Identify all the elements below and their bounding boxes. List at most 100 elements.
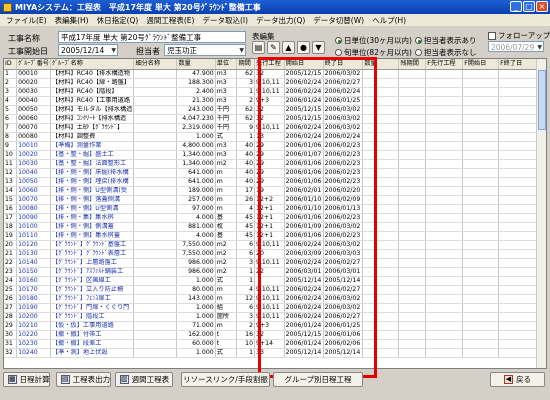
table-cell[interactable] — [398, 132, 427, 142]
table-cell[interactable] — [398, 222, 427, 232]
table-cell[interactable]: 【ｸﾞﾗｳﾝﾄﾞ】門扉・くぐり門 — [50, 303, 135, 313]
table-cell[interactable]: 2006/02/24 — [284, 303, 324, 313]
table-row[interactable]: 30 10220 【撤・撤】付帯工 162.000 t 16 32 2005/12/15 200… — [4, 330, 546, 340]
table-cell[interactable]: 【撤・撤】付帯工 — [50, 330, 135, 340]
table-cell[interactable]: 19 — [4, 231, 18, 241]
table-cell[interactable] — [462, 258, 500, 268]
menu-import[interactable]: データ取込(I) — [198, 15, 252, 26]
table-cell[interactable] — [425, 267, 464, 277]
table-cell[interactable]: 2006/01/06 — [284, 141, 324, 151]
table-cell[interactable] — [398, 123, 427, 133]
table-cell[interactable] — [462, 141, 500, 151]
table-cell[interactable]: 2006/01/24 — [284, 96, 324, 106]
table-cell[interactable]: 257.000 — [176, 195, 216, 205]
table-cell[interactable]: 32 — [254, 330, 285, 340]
table-cell[interactable]: 10170 — [16, 285, 51, 295]
table-cell[interactable]: 2006/02/27 — [323, 258, 364, 268]
table-cell[interactable]: 12+1 — [254, 231, 285, 241]
table-cell[interactable]: 2006/02/24 — [284, 285, 324, 295]
table-cell[interactable]: 10200 — [16, 312, 51, 322]
table-cell[interactable]: 26 — [4, 294, 18, 304]
table-cell[interactable] — [133, 105, 178, 115]
table-cell[interactable]: 19 — [254, 186, 285, 196]
table-cell[interactable] — [398, 240, 427, 250]
table-cell[interactable]: 2006/02/27 — [323, 285, 364, 295]
table-cell[interactable] — [133, 312, 178, 322]
table-cell[interactable] — [133, 87, 178, 97]
table-cell[interactable]: 2006/01/06 — [284, 159, 324, 169]
table-cell[interactable] — [398, 348, 427, 358]
table-cell[interactable]: 4,047.230 — [176, 114, 216, 124]
table-cell[interactable]: 【ｸﾞﾗｳﾝﾄﾞ】ﾌｪﾝｽ扉工 — [50, 294, 135, 304]
table-cell[interactable]: 2006/02/23 — [323, 159, 364, 169]
table-cell[interactable] — [462, 213, 500, 223]
table-cell[interactable]: t — [215, 339, 238, 349]
table-cell[interactable] — [133, 177, 178, 187]
table-cell[interactable]: 2005/12/15 — [284, 69, 324, 79]
weekly-chart-button[interactable]: ▥ 週間工程表 — [115, 372, 173, 387]
table-cell[interactable]: 9,10,11 — [254, 240, 285, 250]
table-cell[interactable] — [462, 195, 500, 205]
table-cell[interactable]: 2006/03/09 — [284, 249, 324, 259]
table-cell[interactable]: 21.300 — [176, 96, 216, 106]
table-row[interactable]: 12 10040 【排・側・側】床掘(排水構 641.000 m 40 29 2006/01/… — [4, 168, 546, 178]
table-cell[interactable]: 14 — [4, 186, 18, 196]
table-cell[interactable]: 2006/01/06 — [323, 330, 364, 340]
table-cell[interactable] — [425, 105, 464, 115]
table-cell[interactable]: 【排・側・側】U型側溝(受 — [50, 186, 135, 196]
table-cell[interactable]: 9,10,11 — [254, 258, 285, 268]
table-cell[interactable] — [462, 96, 500, 106]
table-cell[interactable] — [462, 177, 500, 187]
table-row[interactable]: 11 10030 【基・整・掘】法面整形工 1,340.000 m2 40 29 2006/0… — [4, 159, 546, 169]
table-cell[interactable] — [133, 321, 178, 331]
table-cell[interactable] — [462, 276, 500, 286]
table-cell[interactable]: 12+2 — [254, 195, 285, 205]
table-cell[interactable] — [398, 303, 427, 313]
table-cell[interactable] — [398, 213, 427, 223]
table-cell[interactable]: 2006/02/24 — [284, 294, 324, 304]
table-cell[interactable]: 7,550.000 — [176, 249, 216, 259]
table-cell[interactable]: 45 — [236, 222, 256, 232]
table-cell[interactable] — [462, 330, 500, 340]
table-cell[interactable]: 71.000 — [176, 321, 216, 331]
table-cell[interactable] — [362, 312, 400, 322]
table-row[interactable]: 2 00020 【材料】RC40【縁・路盤】 188.300 m3 3 9,10,11 200… — [4, 78, 546, 88]
table-cell[interactable]: 3 — [4, 87, 18, 97]
table-cell[interactable]: 9,10,11 — [254, 123, 285, 133]
table-cell[interactable] — [425, 303, 464, 313]
table-cell[interactable] — [133, 285, 178, 295]
table-cell[interactable] — [425, 231, 464, 241]
table-cell[interactable]: 2006/01/13 — [323, 204, 364, 214]
table-cell[interactable]: 2006/02/23 — [323, 141, 364, 151]
table-cell[interactable] — [462, 150, 500, 160]
table-cell[interactable]: 1.000 — [176, 276, 216, 286]
table-cell[interactable] — [362, 195, 400, 205]
table-cell[interactable]: 12 — [236, 294, 256, 304]
table-cell[interactable]: 2005/12/14 — [284, 348, 324, 358]
column-header[interactable]: 先行工程 — [254, 59, 285, 70]
table-cell[interactable]: m — [215, 285, 238, 295]
table-cell[interactable] — [425, 204, 464, 214]
table-cell[interactable]: 3 — [236, 312, 256, 322]
table-cell[interactable]: 12+1 — [254, 222, 285, 232]
table-cell[interactable]: 2006/03/02 — [323, 69, 364, 79]
table-cell[interactable]: 10150 — [16, 267, 51, 277]
table-cell[interactable] — [362, 123, 400, 133]
table-cell[interactable] — [425, 348, 464, 358]
table-cell[interactable]: 1 — [236, 267, 256, 277]
table-cell[interactable]: m3 — [215, 96, 238, 106]
table-row[interactable]: 4 00040 【材料】RC40【工事用道路 21.300 m3 2 9+3 2006/01/… — [4, 96, 546, 106]
table-row[interactable]: 21 10130 【ｸﾞﾗｳﾝﾄﾞ】ｸﾞﾗｳﾝﾄﾞ表層工 7,550.000 m2 6 20… — [4, 249, 546, 259]
table-cell[interactable] — [362, 348, 400, 358]
table-row[interactable]: 14 10060 【排・側・側】U型側溝(受 189.000 m 17 19 2006/02/… — [4, 186, 546, 196]
table-cell[interactable]: m3 — [215, 87, 238, 97]
minimize-button[interactable]: _ — [510, 1, 522, 12]
table-cell[interactable]: 16 — [236, 330, 256, 340]
table-cell[interactable]: 45 — [236, 213, 256, 223]
scroll-thumb[interactable] — [538, 70, 546, 130]
table-cell[interactable]: 12+1 — [254, 213, 285, 223]
table-cell[interactable]: 【ｸﾞﾗｳﾝﾄﾞ】ｱｽﾌｧﾙﾄ舗装工 — [50, 267, 135, 277]
table-cell[interactable]: 13 — [254, 132, 285, 142]
table-cell[interactable]: 10030 — [16, 159, 51, 169]
table-cell[interactable]: 【材料】RC40【階段】 — [50, 87, 135, 97]
